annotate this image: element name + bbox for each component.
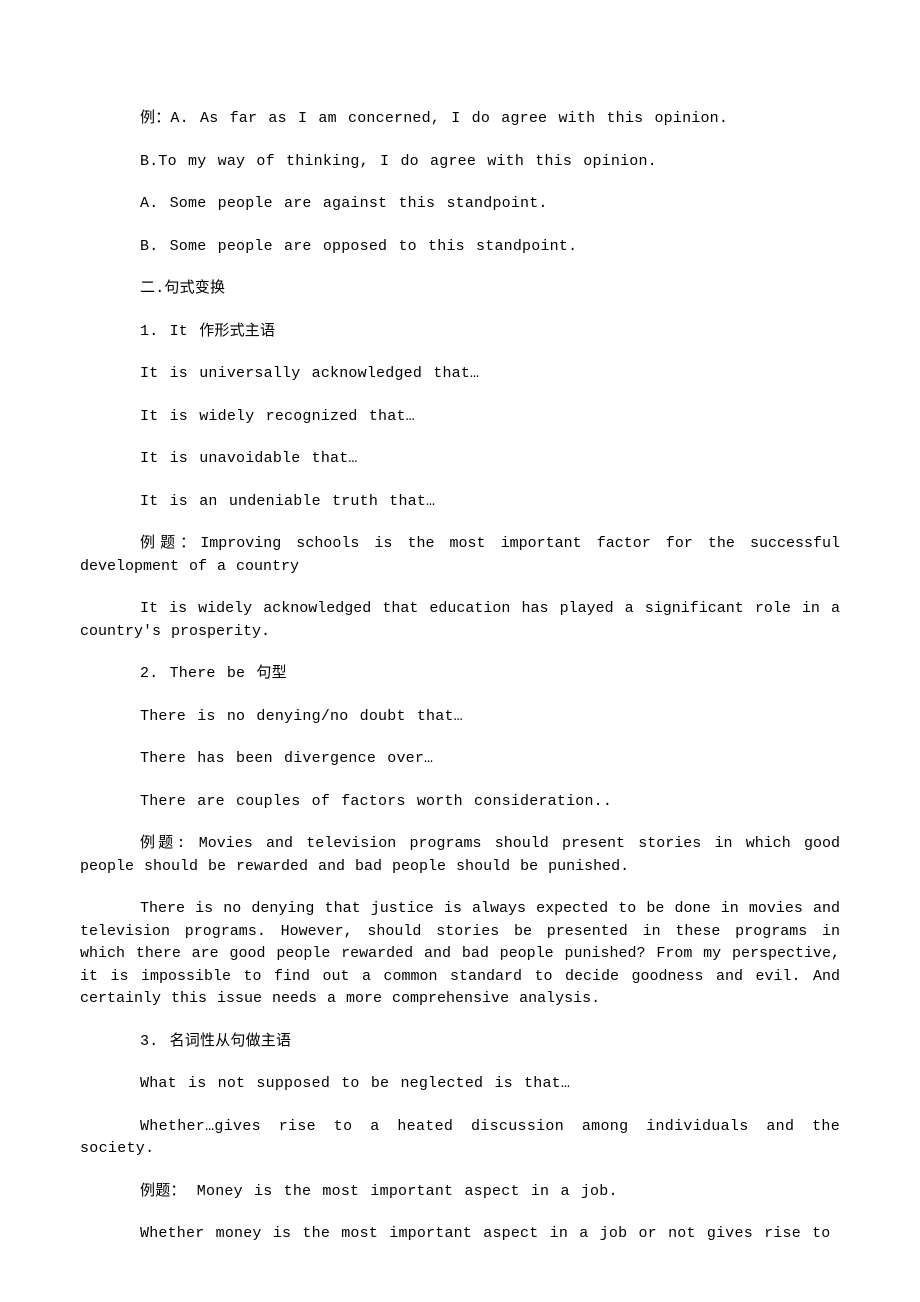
paragraph-line: 1. It 作形式主语	[80, 321, 840, 344]
paragraph-line: It is an undeniable truth that…	[80, 491, 840, 514]
paragraph-line: It is widely acknowledged that education…	[80, 598, 840, 643]
paragraph-line: There is no denying/no doubt that…	[80, 706, 840, 729]
paragraph-line: B.To my way of thinking, I do agree with…	[80, 151, 840, 174]
paragraph-line: 例：A. As far as I am concerned, I do agre…	[80, 108, 840, 131]
paragraph-line: 3. 名词性从句做主语	[80, 1031, 840, 1054]
paragraph-line: There are couples of factors worth consi…	[80, 791, 840, 814]
paragraph-line: 例题： Money is the most important aspect i…	[80, 1181, 840, 1204]
paragraph-line: B. Some people are opposed to this stand…	[80, 236, 840, 259]
paragraph-line: It is unavoidable that…	[80, 448, 840, 471]
paragraph-line: There has been divergence over…	[80, 748, 840, 771]
document-content: 例：A. As far as I am concerned, I do agre…	[80, 108, 840, 1246]
paragraph-line: 2. There be 句型	[80, 663, 840, 686]
paragraph-line: What is not supposed to be neglected is …	[80, 1073, 840, 1096]
paragraph-line: 例题: Movies and television programs shoul…	[80, 833, 840, 878]
paragraph-line: It is universally acknowledged that…	[80, 363, 840, 386]
paragraph-line: 例题：Improving schools is the most importa…	[80, 533, 840, 578]
paragraph-line: Whether…gives rise to a heated discussio…	[80, 1116, 840, 1161]
paragraph-line: 二.句式变换	[80, 278, 840, 301]
paragraph-line: There is no denying that justice is alwa…	[80, 898, 840, 1011]
paragraph-line: Whether money is the most important aspe…	[80, 1223, 840, 1246]
paragraph-line: It is widely recognized that…	[80, 406, 840, 429]
paragraph-line: A. Some people are against this standpoi…	[80, 193, 840, 216]
